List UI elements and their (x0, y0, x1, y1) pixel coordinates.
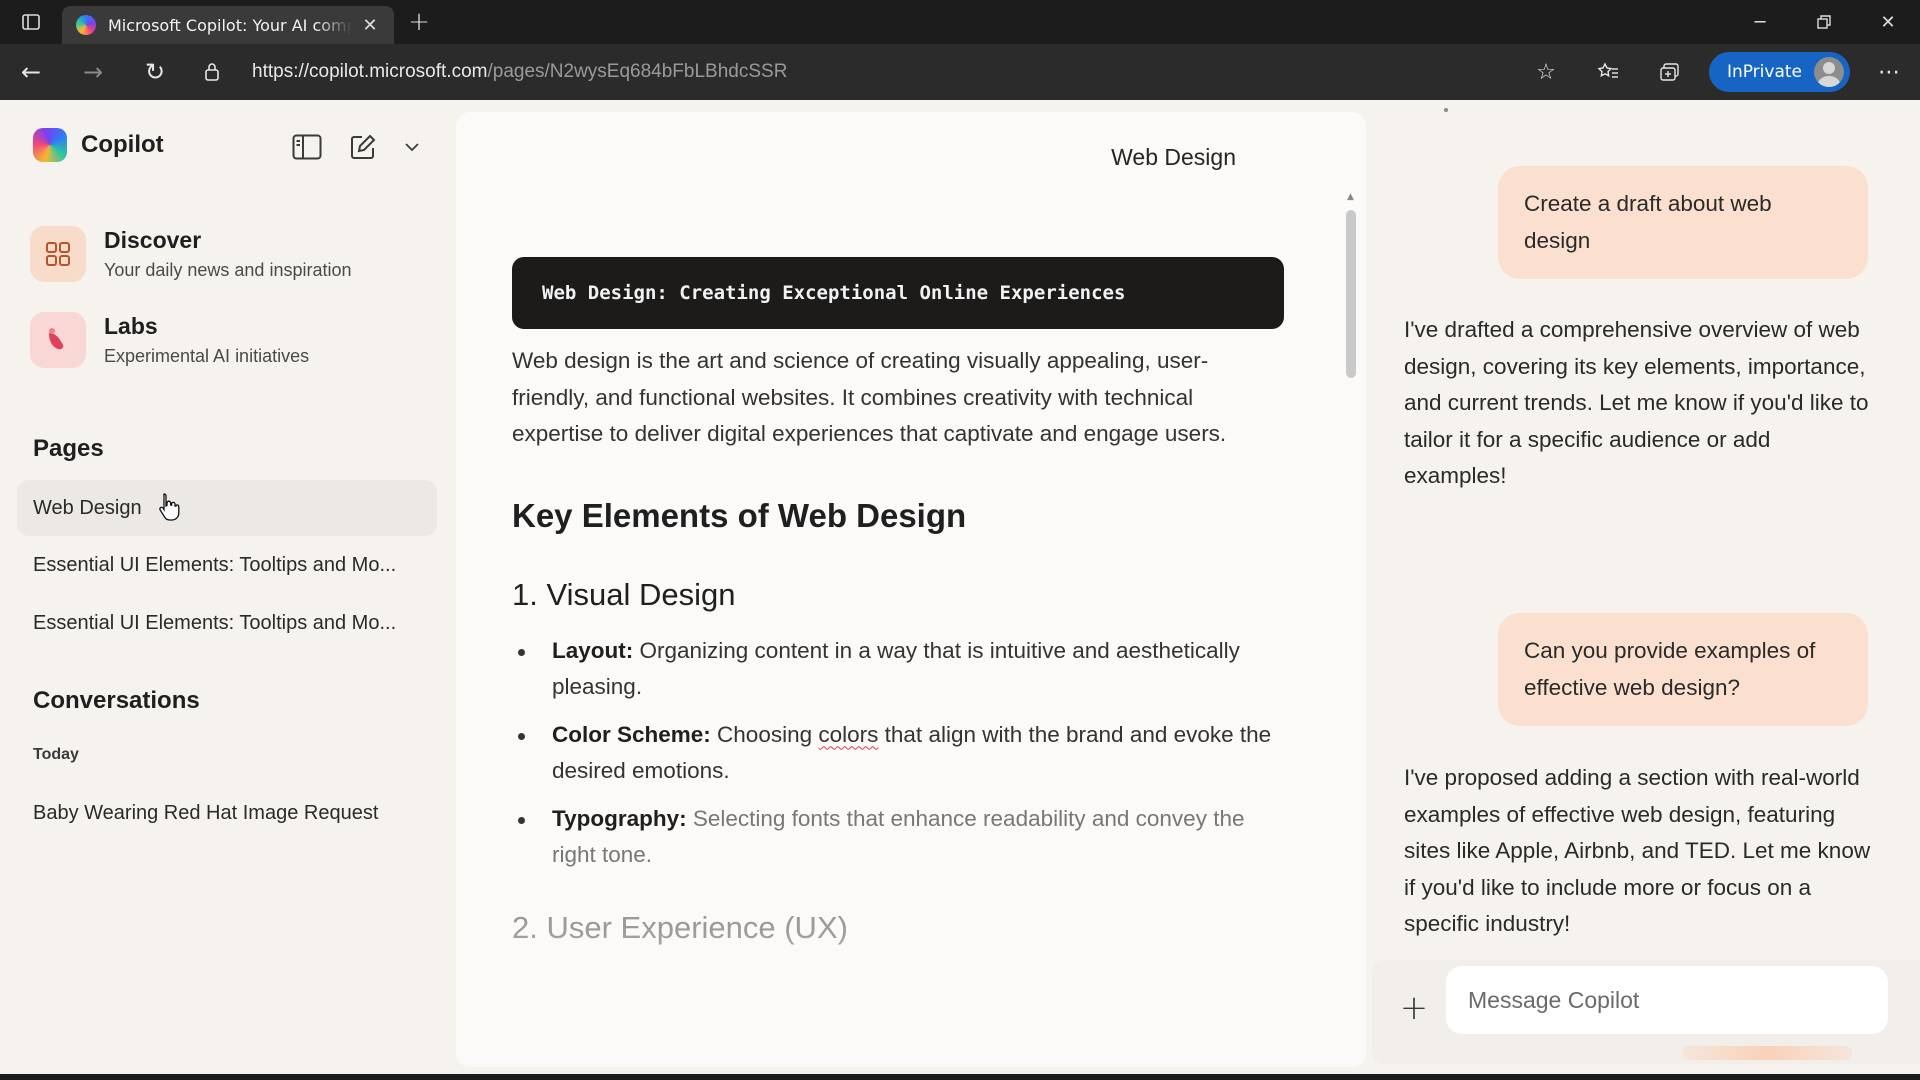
sidebar-item-discover[interactable]: Discover Your daily news and inspiration (30, 226, 352, 282)
today-label: Today (33, 746, 79, 763)
labs-title: Labs (104, 313, 158, 339)
browser-tab-active[interactable]: Microsoft Copilot: Your AI companion ✕ (62, 6, 394, 44)
discover-title: Discover (104, 227, 202, 253)
url-domain: https://copilot.microsoft.com (252, 61, 488, 82)
more-options-icon[interactable]: ⋯ (1858, 44, 1920, 100)
list-item: Typography: Selecting fonts that enhance… (512, 801, 1284, 874)
brand[interactable]: Copilot (33, 128, 164, 162)
profile-avatar (1814, 57, 1844, 87)
copilot-app: Copilot Discover Your daily news and ins… (0, 100, 1920, 1074)
page-title[interactable]: Web Design (456, 144, 1236, 171)
page-item[interactable]: Essential UI Elements: Tooltips and Mo..… (17, 595, 437, 651)
copilot-favicon-icon (76, 15, 96, 35)
inprivate-label: InPrivate (1726, 62, 1802, 82)
message-composer: + (1372, 960, 1920, 1064)
scrollbar-thumb[interactable] (1346, 210, 1356, 378)
discover-subtitle: Your daily news and inspiration (104, 260, 352, 280)
user-message: Create a draft about web design (1498, 166, 1868, 279)
pages-heading: Pages (33, 435, 104, 462)
favorites-icon[interactable] (1577, 44, 1639, 100)
assistant-message: I've proposed adding a section with real… (1404, 765, 1871, 936)
brand-name: Copilot (81, 131, 164, 158)
add-attachment-icon[interactable]: + (1394, 988, 1434, 1028)
chat-panel: Create a draft about web design I've dra… (1372, 100, 1920, 1074)
list-item: Color Scheme: Choosing colors that align… (512, 717, 1284, 790)
add-favorite-icon[interactable]: ☆ (1515, 44, 1577, 100)
chevron-down-icon[interactable] (402, 130, 422, 164)
conversations-heading: Conversations (33, 687, 200, 714)
scroll-indicator-dot (1444, 108, 1448, 112)
browser-titlebar: Microsoft Copilot: Your AI companion ✕ +… (0, 0, 1920, 44)
bullet-term: Layout: (552, 637, 634, 663)
browser-toolbar: ← → ↻ https://copilot.microsoft.com/page… (0, 44, 1920, 100)
bottom-edge (0, 1074, 1920, 1080)
new-page-icon[interactable] (346, 130, 380, 164)
conversation-item[interactable]: Baby Wearing Red Hat Image Request (17, 785, 437, 841)
collections-icon[interactable] (1639, 44, 1701, 100)
bullet-text: Organizing content in a way that is intu… (552, 637, 1240, 700)
inprivate-badge[interactable]: InPrivate (1708, 52, 1850, 92)
content-fade-overlay (456, 927, 1366, 1067)
labs-icon (30, 312, 86, 368)
refresh-icon[interactable]: ↻ (124, 44, 186, 100)
section-heading: Key Elements of Web Design (512, 496, 967, 534)
tab-title: Microsoft Copilot: Your AI companion (108, 15, 352, 35)
spellcheck-word[interactable]: colors (818, 722, 878, 747)
labs-subtitle: Experimental AI initiatives (104, 346, 310, 366)
page-item[interactable]: Essential UI Elements: Tooltips and Mo..… (17, 537, 437, 593)
message-input[interactable] (1446, 966, 1888, 1034)
discover-icon (30, 226, 86, 282)
new-tab-button[interactable]: + (394, 0, 444, 44)
composer-glow (1682, 1046, 1852, 1060)
subsection-heading: 2. User Experience (UX) (512, 909, 848, 945)
user-message: Can you provide examples of effective we… (1498, 613, 1868, 726)
copilot-logo-icon (33, 128, 67, 162)
tab-actions-icon[interactable] (0, 0, 62, 44)
page-content[interactable]: Web Design: Creating Exceptional Online … (512, 257, 1284, 946)
sidebar: Copilot Discover Your daily news and ins… (0, 100, 450, 1074)
back-arrow-icon[interactable]: ← (0, 44, 62, 100)
toggle-sidebar-icon[interactable] (290, 130, 324, 164)
intro-paragraph: Web design is the art and science of cre… (512, 348, 1227, 446)
bullet-term: Typography: (552, 805, 687, 831)
list-item: Layout: Organizing content in a way that… (512, 633, 1284, 706)
close-window-icon[interactable]: ✕ (1856, 0, 1920, 44)
minimize-window-icon[interactable]: ─ (1728, 0, 1792, 44)
scroll-up-icon[interactable]: ▲ (1347, 192, 1354, 202)
hand-cursor-icon (159, 493, 180, 521)
bullet-list: Layout: Organizing content in a way that… (512, 633, 1284, 874)
url-field[interactable]: https://copilot.microsoft.com/pages/N2wy… (252, 61, 787, 83)
url-path: /pages/N2wysEq684bFbLBhdcSSR (487, 61, 788, 82)
page-editor: Web Design Web Design: Creating Exceptio… (456, 112, 1366, 1067)
subsection-heading: 1. Visual Design (512, 576, 736, 612)
document-scrollbar[interactable]: ▲ (1344, 192, 1358, 952)
lock-icon[interactable] (186, 44, 238, 100)
forward-arrow-icon[interactable]: → (62, 44, 124, 100)
restore-window-icon[interactable] (1792, 0, 1856, 44)
sidebar-item-labs[interactable]: Labs Experimental AI initiatives (30, 312, 309, 368)
bullet-text: Choosing (710, 721, 819, 747)
code-heading-block: Web Design: Creating Exceptional Online … (512, 257, 1284, 329)
assistant-message: I've drafted a comprehensive overview of… (1404, 317, 1869, 488)
bullet-term: Color Scheme: (552, 721, 711, 747)
close-tab-icon[interactable]: ✕ (360, 15, 380, 36)
page-item-web-design[interactable]: Web Design (17, 480, 437, 536)
